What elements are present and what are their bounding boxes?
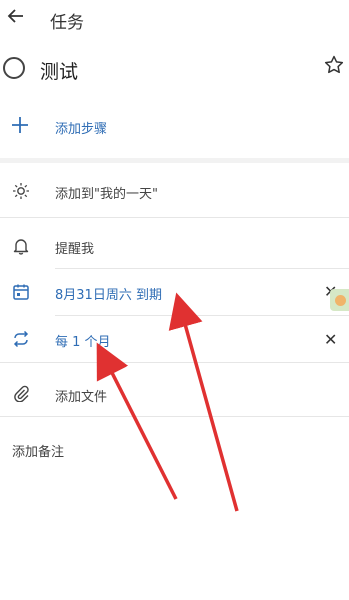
annotation-arrow-due [168, 292, 239, 512]
annotation-arrows [96, 292, 239, 512]
annotation-arrow-repeat [96, 342, 178, 500]
